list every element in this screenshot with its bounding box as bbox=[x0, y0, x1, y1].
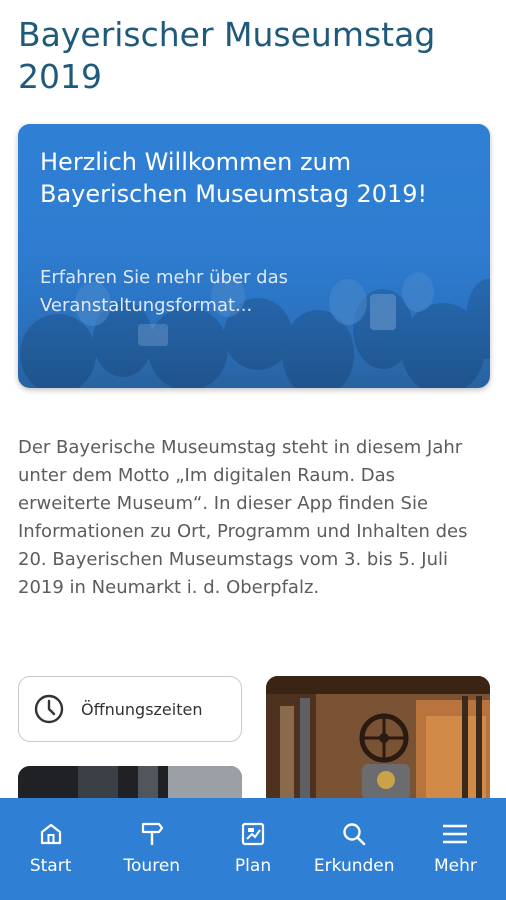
tab-plan[interactable]: Plan bbox=[202, 798, 303, 900]
exhibit-photo-card[interactable] bbox=[266, 676, 490, 800]
clock-icon bbox=[34, 694, 64, 724]
welcome-subtitle-link[interactable]: Erfahren Sie mehr über das Veranstaltung… bbox=[40, 264, 460, 320]
event-photo bbox=[18, 766, 242, 800]
tab-mehr-label: Mehr bbox=[433, 856, 477, 876]
tab-touren[interactable]: Touren bbox=[101, 798, 202, 900]
welcome-card[interactable]: Herzlich Willkommen zum Bayerischen Muse… bbox=[18, 124, 490, 388]
welcome-title: Herzlich Willkommen zum Bayerischen Muse… bbox=[40, 148, 428, 208]
tab-start[interactable]: Start bbox=[0, 798, 101, 900]
intro-text: Der Bayerische Museumstag steht in diese… bbox=[18, 437, 468, 598]
opening-hours-label: Öffnungszeiten bbox=[81, 699, 203, 719]
tab-start-label: Start bbox=[29, 856, 72, 876]
tab-touren-label: Touren bbox=[123, 856, 181, 876]
event-photo-card[interactable] bbox=[18, 766, 242, 800]
bottom-tab-bar: Start Touren Plan Erkunden Mehr bbox=[0, 798, 506, 900]
opening-hours-button[interactable]: Öffnungszeiten bbox=[18, 676, 242, 742]
tab-plan-label: Plan bbox=[234, 856, 272, 876]
tab-erkunden[interactable]: Erkunden bbox=[304, 798, 405, 900]
exhibit-photo bbox=[266, 676, 490, 800]
home-icon bbox=[40, 823, 61, 845]
tab-mehr[interactable]: Mehr bbox=[405, 798, 506, 900]
map-icon bbox=[241, 822, 265, 846]
signpost-icon bbox=[141, 822, 163, 845]
search-icon bbox=[343, 823, 366, 846]
page-title: Bayerischer Museumstag 2019 bbox=[18, 15, 436, 96]
tab-erkunden-label: Erkunden bbox=[313, 856, 395, 876]
menu-icon bbox=[443, 824, 468, 844]
